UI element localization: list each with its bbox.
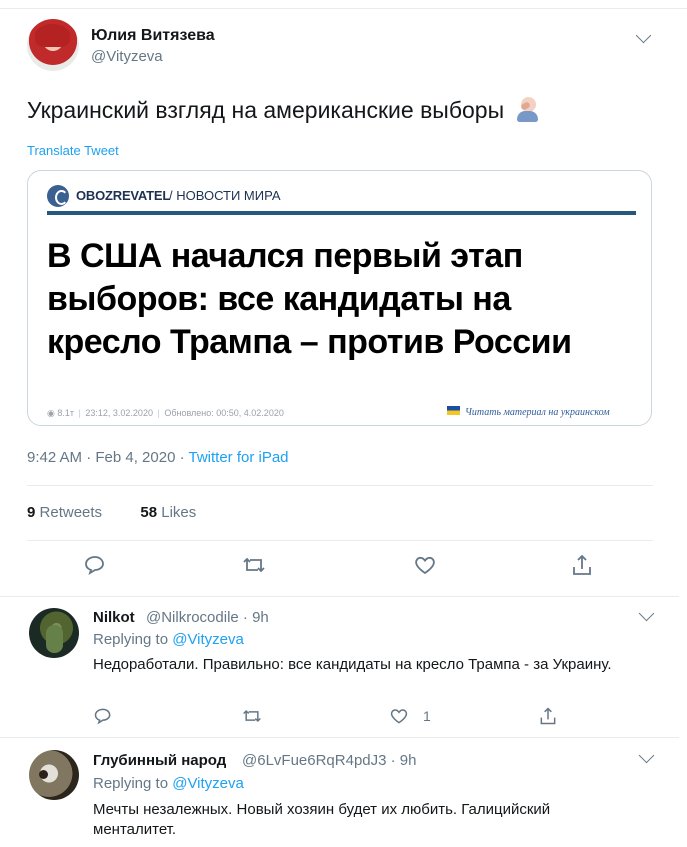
reply-text: Мечты незалежных. Новый хозяин будет их … — [93, 801, 551, 838]
reply-author-handle[interactable]: @Nilkrocodile · 9h — [146, 609, 269, 626]
reply-retweet-icon[interactable] — [241, 706, 267, 732]
timestamp-text: 9:42 AM · Feb 4, 2020 · — [27, 449, 189, 466]
retweets-label[interactable]: Retweets — [40, 504, 103, 521]
tweet-timestamp: 9:42 AM · Feb 4, 2020 · Twitter for iPad — [27, 449, 289, 466]
replying-handle-link[interactable]: @Vityzeva — [172, 631, 244, 648]
reply-text: Недоработали. Правильно: все кандидаты н… — [93, 656, 612, 673]
retweets-count[interactable]: 9 — [27, 504, 35, 521]
like-heart-icon[interactable] — [413, 553, 439, 579]
article-meta: ◉ 8.1т | 23:12, 3.02.2020 | Обновлено: 0… — [47, 408, 284, 418]
reply-like-heart-icon[interactable] — [389, 706, 415, 732]
article-published-time: 23:12, 3.02.2020 — [85, 408, 153, 418]
replying-label: Replying to — [93, 775, 173, 792]
reply-like-count[interactable]: 1 — [423, 708, 431, 724]
author-handle[interactable]: @Vityzeva — [91, 48, 163, 65]
likes-count[interactable]: 58 — [140, 504, 157, 521]
eye-icon: ◉ — [47, 408, 55, 418]
translate-tweet-link[interactable]: Translate Tweet — [27, 143, 119, 158]
main-tweet-actions — [83, 553, 603, 579]
engagement-stats: 9 Retweets 58 Likes — [27, 504, 196, 521]
reply-icon[interactable] — [83, 553, 109, 579]
author-name[interactable]: Юлия Витязева — [91, 27, 215, 45]
tweet-text-content: Украинский взгляд на американские выборы — [27, 97, 505, 123]
news-screenshot-card[interactable]: OBOZREVATEL / НОВОСТИ МИРА В США начался… — [27, 170, 652, 426]
replying-to: Replying to @Vityzeva — [93, 631, 244, 648]
author-avatar[interactable] — [27, 19, 79, 71]
likes-label[interactable]: Likes — [161, 504, 196, 521]
reply-share-icon[interactable] — [538, 706, 564, 732]
tweet-source-link[interactable]: Twitter for iPad — [188, 449, 288, 466]
reply-tweet[interactable]: Глубинный народ @6LvFue6RqR4pdJ3 · 9h Re… — [0, 738, 663, 847]
article-updated-time: Обновлено: 00:50, 4.02.2020 — [164, 408, 284, 418]
publication-brand: OBOZREVATEL — [76, 188, 171, 203]
reply-avatar-bear[interactable] — [29, 750, 79, 800]
replying-to: Replying to @Vityzeva — [93, 775, 244, 792]
publication-section: / НОВОСТИ МИРА — [169, 188, 281, 203]
publication-divider — [47, 211, 636, 215]
reply-action-icon[interactable] — [93, 706, 119, 732]
person-facepalming-icon — [513, 95, 541, 123]
article-views: 8.1т — [57, 408, 75, 418]
ukrainian-flag-icon — [447, 406, 460, 415]
reply-tweet[interactable]: Nilkot @Nilkrocodile · 9h Replying to @V… — [0, 597, 679, 738]
reply-avatar[interactable] — [29, 608, 79, 658]
replying-handle-link[interactable]: @Vityzeva — [172, 775, 244, 792]
tweet-text: Украинский взгляд на американские выборы — [27, 95, 541, 125]
news-headline: В США начался первый этап выборов: все к… — [47, 237, 572, 361]
stats-divider — [27, 485, 653, 486]
share-icon[interactable] — [570, 553, 596, 579]
main-tweet: Юлия Витязева @Vityzeva Украинский взгля… — [0, 9, 679, 597]
reply-author-name[interactable]: Глубинный народ — [93, 752, 226, 769]
obozrevatel-logo-icon — [47, 185, 69, 207]
tweet-menu-chevron-icon[interactable] — [635, 27, 652, 44]
reply-menu-chevron-icon[interactable] — [638, 747, 655, 764]
actions-divider — [27, 540, 653, 541]
reply-author-handle[interactable]: @6LvFue6RqR4pdJ3 · 9h — [242, 752, 417, 769]
retweet-icon[interactable] — [241, 553, 267, 579]
replying-label: Replying to — [93, 631, 173, 648]
reply-menu-chevron-icon[interactable] — [638, 605, 655, 622]
reply-author-name[interactable]: Nilkot — [93, 609, 135, 626]
read-in-ukrainian-link: Читать материал на украинском — [465, 407, 610, 418]
